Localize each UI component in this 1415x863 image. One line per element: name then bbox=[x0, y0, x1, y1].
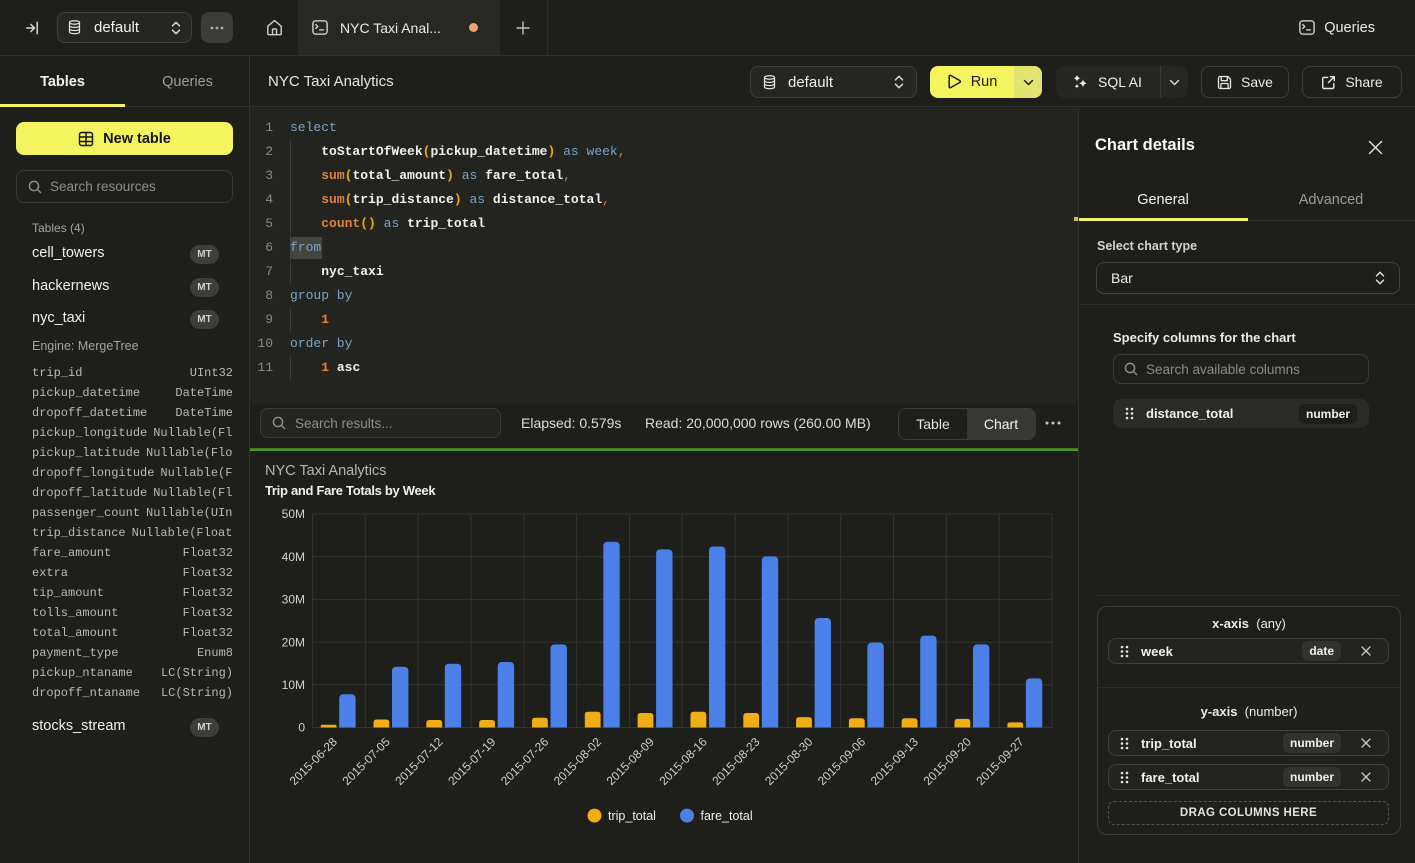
svg-text:2015-09-20: 2015-09-20 bbox=[921, 734, 975, 788]
svg-text:2015-07-12: 2015-07-12 bbox=[392, 734, 446, 788]
svg-text:fare_total: fare_total bbox=[701, 809, 753, 823]
svg-text:2015-09-27: 2015-09-27 bbox=[973, 734, 1027, 788]
svg-text:2015-08-09: 2015-08-09 bbox=[604, 734, 658, 788]
svg-text:2015-06-28: 2015-06-28 bbox=[287, 734, 341, 788]
svg-text:2015-09-13: 2015-09-13 bbox=[868, 734, 922, 788]
svg-text:20M: 20M bbox=[282, 635, 305, 649]
svg-text:10M: 10M bbox=[282, 678, 305, 692]
svg-text:2015-08-23: 2015-08-23 bbox=[709, 734, 763, 788]
svg-text:2015-08-02: 2015-08-02 bbox=[551, 734, 605, 788]
svg-text:0: 0 bbox=[298, 721, 305, 735]
svg-text:40M: 40M bbox=[282, 550, 305, 564]
svg-text:2015-07-05: 2015-07-05 bbox=[340, 734, 394, 788]
svg-text:trip_total: trip_total bbox=[608, 809, 656, 823]
svg-text:2015-08-16: 2015-08-16 bbox=[657, 734, 711, 788]
svg-text:2015-09-06: 2015-09-06 bbox=[815, 734, 869, 788]
svg-text:30M: 30M bbox=[282, 593, 305, 607]
svg-text:2015-07-19: 2015-07-19 bbox=[445, 734, 499, 788]
svg-text:2015-07-26: 2015-07-26 bbox=[498, 734, 552, 788]
svg-text:50M: 50M bbox=[282, 507, 305, 521]
svg-text:2015-08-30: 2015-08-30 bbox=[762, 734, 816, 788]
